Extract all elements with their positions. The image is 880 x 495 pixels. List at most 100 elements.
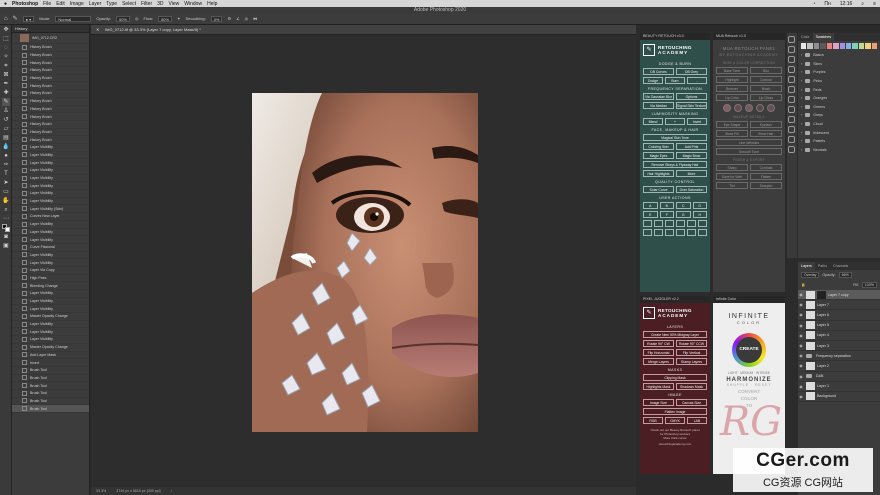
layer-opacity-field[interactable]: 66% — [838, 272, 852, 278]
menu-window[interactable]: Window — [184, 1, 202, 7]
airbrush-icon[interactable]: ✦ — [177, 16, 180, 21]
history-item[interactable]: History Brush — [12, 98, 89, 106]
flatten-image-button[interactable]: Flatten Image — [643, 408, 707, 415]
swatch-color[interactable] — [826, 43, 833, 49]
info-panel-icon[interactable] — [788, 116, 795, 123]
apple-icon[interactable]: ● — [4, 1, 7, 7]
smoothing-field[interactable]: 0% — [210, 15, 223, 22]
layer-row[interactable]: ◉ Layer 2 — [798, 361, 880, 372]
layer-row[interactable]: ◉ D&B — [798, 372, 880, 382]
mua-eye-shape-button[interactable]: Eye Shape — [716, 121, 748, 128]
db-minus-button[interactable]: - — [687, 77, 707, 84]
chevron-right-icon[interactable]: › — [801, 53, 802, 57]
swatch-color[interactable] — [807, 43, 813, 49]
create-button[interactable]: CREATE — [732, 333, 766, 367]
eye-icon[interactable]: ◉ — [798, 333, 804, 338]
rgb-button[interactable]: RGB — [643, 417, 663, 424]
flip-horizontal-button[interactable]: Flip Horizontal — [643, 349, 674, 356]
dodge-tool-icon[interactable]: ● — [2, 152, 10, 160]
swatch-color[interactable] — [820, 43, 826, 49]
pen-tool-icon[interactable]: ✑ — [2, 161, 10, 169]
menu-app[interactable]: Photoshop — [12, 1, 38, 7]
mua-base-tone-button[interactable]: Base Tone — [716, 67, 748, 74]
eye-icon[interactable]: ◉ — [798, 363, 804, 368]
rotate-ccw-button[interactable]: Rotate 90° CCW — [676, 340, 707, 347]
gradient-tool-icon[interactable]: ▤ — [2, 134, 10, 142]
history-snapshot[interactable]: IMG_0712.CR2 — [12, 33, 89, 44]
layer-fill-field[interactable]: 100% — [861, 282, 877, 288]
swatch-folder[interactable]: › Greys — [798, 111, 880, 120]
magical-skin-tone-button[interactable]: Magical Skin Tone — [643, 134, 707, 141]
mua-smooth-tone-button[interactable]: Smooth Tone — [716, 148, 782, 155]
eye-icon[interactable]: ◉ — [798, 323, 804, 328]
history-item[interactable]: Layer Visibility — [12, 144, 89, 152]
eye-icon[interactable]: ◉ — [798, 343, 804, 348]
swatch-folder[interactable]: › Basics — [798, 51, 880, 60]
quick-select-tool-icon[interactable]: ✧ — [2, 53, 10, 61]
mua-eyelash-button[interactable]: Eyelash — [750, 121, 782, 128]
history-item[interactable]: History Brush — [12, 121, 89, 129]
image-size-button[interactable]: Image Size — [643, 399, 674, 406]
path-select-tool-icon[interactable]: ➤ — [2, 179, 10, 187]
history-item[interactable]: Invert — [12, 359, 89, 367]
layer-row[interactable]: ◉ Layer 7 copy — [798, 290, 880, 301]
flow-field[interactable]: 80% — [158, 15, 173, 22]
history-item[interactable]: Layer Visibility — [12, 336, 89, 344]
home-icon[interactable]: ⌂ — [4, 16, 8, 22]
flip-vertical-button[interactable]: Flip Vertical — [676, 349, 707, 356]
history-item[interactable]: History Brush — [12, 106, 89, 114]
swatch-folder[interactable]: › Oranges — [798, 94, 880, 103]
properties-panel-icon[interactable] — [788, 106, 795, 113]
over-saturation-button[interactable]: Over Saturation — [676, 186, 707, 193]
layer-row[interactable]: ◉ Frequency separation — [798, 351, 880, 362]
mua-flatten-button[interactable]: Flatten — [750, 173, 782, 180]
mua-line-wrinkles-button[interactable]: Line Wrinkles — [716, 139, 782, 146]
history-brush-tool-icon[interactable]: ↺ — [2, 116, 10, 124]
layer-row[interactable]: ◉ Layer 6 — [798, 310, 880, 321]
mua-sharpen-button[interactable]: Sharpen — [750, 182, 782, 189]
history-item[interactable]: Master Opacity Change — [12, 344, 89, 352]
menu-image[interactable]: Image — [70, 1, 84, 7]
chevron-right-icon[interactable]: › — [801, 62, 802, 66]
mua-tint-button[interactable]: Tint — [716, 182, 748, 189]
history-item[interactable]: History Brush — [12, 90, 89, 98]
menu-layer[interactable]: Layer — [89, 1, 102, 7]
history-item[interactable]: History Brush — [12, 129, 89, 137]
utility-mask-icon[interactable] — [676, 220, 685, 227]
swatch-color[interactable] — [845, 43, 852, 49]
mua-brow-hair-button[interactable]: Brow Hair — [750, 130, 782, 137]
layer-mask-thumbnail[interactable] — [817, 290, 826, 299]
utility-triangle-icon[interactable] — [643, 220, 652, 227]
frame-tool-icon[interactable]: ⊠ — [2, 71, 10, 79]
eye-icon[interactable]: ◉ — [798, 374, 804, 379]
layer-thumbnail[interactable] — [806, 331, 815, 340]
history-item[interactable]: Curve Fissional — [12, 244, 89, 252]
wifi-icon[interactable]: ◔ — [812, 1, 815, 7]
menu-type[interactable]: Type — [106, 1, 117, 7]
utility-image-icon[interactable] — [654, 220, 663, 227]
layer-thumbnail[interactable] — [806, 290, 815, 299]
mua-lip-gloss-button[interactable]: Lip Gloss — [750, 94, 782, 101]
user-action-g[interactable]: G — [676, 211, 691, 218]
mua-bronzer-button[interactable]: Bronzer — [716, 85, 748, 92]
user-action-d[interactable]: D — [692, 202, 707, 209]
history-item[interactable]: Brush Tool — [12, 398, 89, 406]
utility-eye-icon[interactable] — [698, 220, 707, 227]
document-image[interactable] — [252, 93, 478, 432]
move-tool-icon[interactable]: ✥ — [2, 26, 10, 34]
lock-icon[interactable]: 🔒 — [801, 283, 805, 287]
screen-mode-icon[interactable]: ▣ — [2, 242, 10, 250]
rotate-cw-button[interactable]: Rotate 90° CW — [643, 340, 674, 347]
mua-color-dot-5[interactable] — [767, 104, 775, 112]
history-item[interactable]: Layer Via Copy — [12, 267, 89, 275]
mua-save-web-button[interactable]: Save for Web — [716, 173, 748, 180]
swatch-folder[interactable]: › Purples — [798, 68, 880, 77]
user-action-f[interactable]: F — [659, 211, 674, 218]
history-item[interactable]: Layer Visibility (Skin) — [12, 205, 89, 214]
layer-row[interactable]: ◉ Layer 4 — [798, 331, 880, 341]
history-item[interactable]: Layer Visibility — [12, 305, 89, 314]
layer-row[interactable]: ◉ Layer 5 — [798, 321, 880, 331]
history-item[interactable]: Layer Visibility — [12, 198, 89, 206]
via-median-button[interactable]: Via Median — [643, 102, 674, 109]
lab-button[interactable]: LAB — [687, 417, 707, 424]
